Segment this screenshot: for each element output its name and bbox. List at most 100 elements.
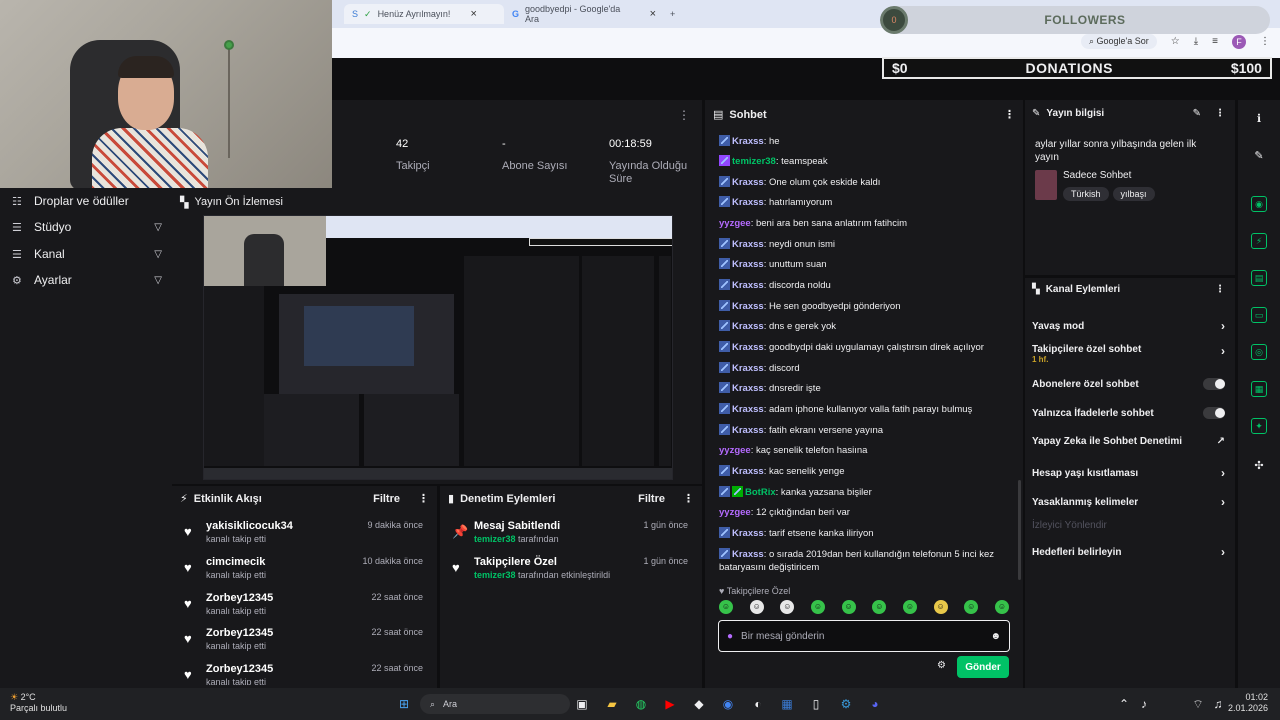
flash-icon[interactable]: ⚡	[1251, 233, 1267, 249]
nav-studio[interactable]: ☰ Stüdyo ▽	[12, 220, 162, 234]
gear-icon: ⚙	[12, 274, 22, 287]
camera-icon[interactable]: ◉	[1251, 196, 1267, 212]
volume-icon[interactable]: ♫	[1210, 696, 1226, 712]
nav-drops[interactable]: ☷ Droplar ve ödüller	[12, 194, 162, 208]
chat-icon: ▤	[713, 109, 724, 121]
emote-icon[interactable]: ☺	[810, 600, 825, 614]
donations-current: $0	[892, 60, 908, 76]
action-account-age[interactable]: Hesap yaşı kısıtlaması ›	[1032, 466, 1225, 480]
close-icon[interactable]: ×	[650, 8, 656, 20]
emote-icon[interactable]: ☺	[719, 600, 733, 614]
emote-icon[interactable]: ☺	[749, 600, 764, 614]
file-icon[interactable]: ▯	[808, 696, 824, 712]
chat-settings-icon[interactable]: ⚙	[937, 660, 946, 671]
chevron-up-icon[interactable]: ⌃	[1116, 696, 1132, 712]
activity-filter-button[interactable]: Filtre	[373, 493, 400, 505]
windows-start-icon[interactable]: ⊞	[396, 696, 412, 712]
modlog-item: 📌 Mesaj Sabitlendi temizer38 tarafından …	[452, 520, 688, 544]
preview-header: ▚ Yayın Ön İzlemesi	[180, 196, 283, 209]
chat-message: Kraxss: goodbydpi daki uygulamayı çalışt…	[719, 341, 1015, 354]
folder-icon[interactable]: ▰	[604, 696, 620, 712]
calculator-icon[interactable]: ▦	[779, 696, 795, 712]
more-icon[interactable]: ⋮	[678, 108, 690, 122]
weather-widget[interactable]: ☀ 2°C Parçalı bulutlu	[10, 692, 67, 714]
obs-icon[interactable]: ◐	[750, 696, 766, 712]
chat-message: Kraxss: discord	[719, 362, 1015, 375]
more-icon[interactable]: ⋮	[1004, 108, 1015, 121]
more-icon[interactable]: ⋮	[1215, 284, 1225, 295]
activity-item: ♥ cimcimecik kanalı takip etti 10 dakika…	[184, 556, 423, 580]
donations-goal: $100	[1230, 60, 1262, 76]
browser-tab[interactable]: S ✓ Henüz Ayrılmayın! ×	[344, 4, 504, 24]
broadcast-icon[interactable]: ◎	[1251, 344, 1267, 360]
pencil-icon[interactable]: ✎	[1251, 147, 1267, 163]
actions-icon: ▚	[1032, 284, 1040, 295]
action-ai-moderation[interactable]: Yapay Zeka ile Sohbet Denetimi ↗	[1032, 436, 1225, 447]
chat-message: Kraxss: o sırada 2019dan beri kullandığı…	[719, 548, 994, 573]
action-emote-only[interactable]: Yalnızca İfadelerle sohbet	[1032, 407, 1225, 419]
chat-message: Kraxss: hatırlamıyorum	[719, 196, 1015, 209]
chevron-right-icon: ›	[1221, 466, 1225, 480]
browser-tab[interactable]: G goodbyedpi - Google'da Ara ×	[504, 4, 664, 24]
chat-message: temizer38: teamspeak	[719, 155, 1015, 168]
emote-icon[interactable]: ☺	[902, 600, 917, 614]
nav-channel[interactable]: ☰ Kanal ▽	[12, 247, 162, 261]
emoji-icon[interactable]: ☻	[990, 631, 1001, 642]
new-tab-button[interactable]: +	[662, 4, 683, 24]
chat-scrollbar[interactable]	[1018, 480, 1021, 580]
whatsapp-icon[interactable]: ◍	[633, 696, 649, 712]
tag[interactable]: Türkish	[1063, 187, 1109, 201]
chat-input[interactable]: ● Bir mesaj gönderin ☻	[718, 620, 1010, 652]
puzzle-icon[interactable]: ✣	[1251, 457, 1267, 473]
close-icon[interactable]: ×	[470, 8, 476, 20]
clock[interactable]: 01:02 2.01.2026	[1228, 692, 1268, 714]
action-slow-mode[interactable]: Yavaş mod ›	[1032, 319, 1225, 333]
activity-feed: ⚡ Etkinlik Akışı Filtre ⋮ ♥ yakisiklicoc…	[172, 486, 437, 688]
profile-avatar[interactable]: F	[1232, 34, 1246, 49]
more-icon[interactable]: ⋮	[1215, 108, 1225, 119]
emote-icon[interactable]: ☺	[841, 600, 856, 614]
action-set-goals[interactable]: Hedefleri belirleyin ›	[1032, 545, 1225, 559]
star-icon[interactable]: ☆	[1171, 36, 1180, 47]
youtube-icon[interactable]: ▶	[662, 696, 678, 712]
discord-icon[interactable]: ◕	[867, 696, 883, 712]
task-view-icon[interactable]: ▣	[574, 696, 590, 712]
followers-goal-bar: 0 FOLLOWERS	[880, 6, 1270, 34]
pin-icon: 📌	[452, 524, 469, 539]
activity-item: ♥ Zorbey12345 kanalı takip etti 22 saat …	[184, 663, 423, 685]
send-button[interactable]: Gönder	[957, 656, 1009, 678]
playlist-icon[interactable]: ≡	[1212, 36, 1218, 47]
wifi-icon[interactable]: ⌔	[1190, 696, 1206, 712]
emote-icon[interactable]: ☺	[872, 600, 887, 614]
action-follower-only[interactable]: Takipçilere özel sohbet 1 hf. ›	[1032, 344, 1225, 364]
microphone-icon[interactable]: ●	[727, 631, 733, 642]
settings-icon[interactable]: ⚙	[838, 696, 854, 712]
menu-icon[interactable]: ⋮	[1260, 36, 1270, 47]
google-ask-chip[interactable]: ⌕ Google'a Sor	[1080, 34, 1157, 49]
action-banned-words[interactable]: Yasaklanmış kelimeler ›	[1032, 495, 1225, 509]
download-icon[interactable]: ⤓	[1194, 36, 1198, 47]
chevron-down-icon: ▽	[154, 248, 162, 260]
emote-icon[interactable]: ☺	[994, 600, 1009, 614]
grid-icon[interactable]: ▦	[1251, 381, 1267, 397]
app-icon[interactable]: ◆	[691, 696, 707, 712]
emote-icon[interactable]: ☺	[780, 600, 795, 614]
chrome-icon[interactable]: ◉	[720, 696, 736, 712]
more-icon[interactable]: ⋮	[683, 492, 694, 505]
emote-icon[interactable]: ☺	[964, 600, 979, 614]
document-icon[interactable]: ▤	[1251, 270, 1267, 286]
stream-title: aylar yıllar sonra yılbaşında gelen ilk …	[1035, 139, 1197, 163]
more-icon[interactable]: ⋮	[418, 492, 429, 505]
edit-icon[interactable]: ✎	[1193, 108, 1201, 119]
mic-icon[interactable]: ♪	[1136, 696, 1152, 712]
wrench-icon[interactable]: ✦	[1251, 418, 1267, 434]
emote-icon[interactable]: ☺	[933, 600, 948, 614]
taskbar-search[interactable]: ⌕ Ara	[420, 694, 570, 714]
chat-message: Kraxss: dns e gerek yok	[719, 320, 1015, 333]
tag[interactable]: yılbaşı	[1112, 187, 1155, 201]
modlog-filter-button[interactable]: Filtre	[638, 493, 665, 505]
info-icon[interactable]: ℹ	[1251, 110, 1267, 126]
action-sub-only[interactable]: Abonelere özel sohbet	[1032, 378, 1225, 390]
chat-icon[interactable]: ▭	[1251, 307, 1267, 323]
nav-settings[interactable]: ⚙ Ayarlar ▽	[12, 273, 162, 287]
